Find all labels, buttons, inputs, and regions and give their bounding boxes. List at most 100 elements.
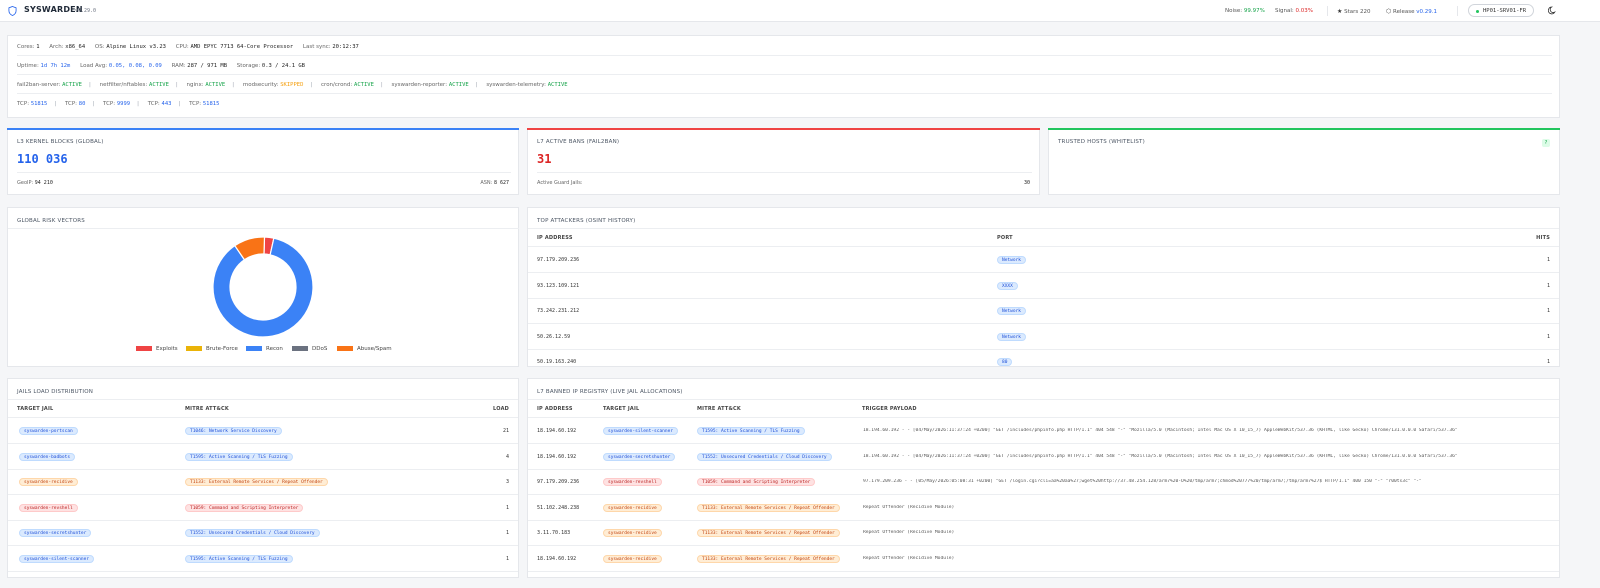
row-divider (8, 443, 518, 444)
col-ip: IP ADDRESS (537, 406, 573, 412)
server-status-dot (1476, 10, 1479, 13)
banned-ip[interactable]: 18.194.60.192 (537, 428, 576, 434)
server-selector[interactable]: HP01-SRV01-FR (1468, 4, 1534, 17)
col-mitre: MITRE ATT&CK (185, 406, 229, 412)
asn-value: 8 627 (493, 180, 509, 186)
mitre-badge: T1595: Active Scanning / TLS Fuzzing (185, 452, 293, 461)
ram-value: 287 / 971 MB (187, 63, 228, 69)
mitre-badge: T1133: External Remote Services / Repeat… (697, 529, 840, 538)
legend-item[interactable]: Abuse/Spam (337, 346, 392, 352)
header-divider (1327, 6, 1328, 16)
jail-load: 21 (502, 428, 509, 434)
service-status: ACTIVE (354, 82, 374, 88)
jail-badge[interactable]: syswarden-silent-scanner (19, 555, 95, 563)
divider (528, 399, 1559, 400)
load-label: Load Avg: (80, 63, 108, 69)
stars-link[interactable]: ★ Stars 220 (1337, 8, 1371, 15)
signal-metric: Signal: 0.03% (1275, 8, 1313, 14)
legend-item[interactable]: DDoS (292, 346, 327, 352)
kernel-blocks-value: 110 036 (17, 152, 68, 166)
legend-swatch (337, 346, 353, 351)
sync-value: 20:12:37 (332, 44, 359, 50)
mitre-badge: T1552: Unsecured Credentials / Cloud Dis… (185, 529, 320, 538)
service-status: ACTIVE (205, 82, 226, 88)
banned-ip[interactable]: 18.194.60.192 (537, 454, 576, 460)
jail-badge: syswarden-recidive (603, 503, 662, 512)
service-name: netfilter/nftables: (99, 82, 148, 88)
geoip-label: GeoIP: (17, 180, 34, 186)
port-item: TCP: 51815 (17, 101, 47, 107)
col-hits: HITS (1536, 235, 1550, 241)
jail-badge[interactable]: syswarden-recidive (19, 478, 78, 487)
card-title: L7 ACTIVE BANS (FAIL2BAN) (537, 139, 620, 145)
jail-badge: syswarden-revshell (603, 478, 662, 487)
jail-badge[interactable]: syswarden-secretshunter (19, 529, 92, 538)
port-item: TCP: 80 (65, 101, 85, 107)
legend-label: Brute-Force (206, 346, 238, 352)
attacker-ip[interactable]: 73.242.231.212 (537, 308, 579, 314)
divider (17, 55, 1552, 56)
card-accent (1048, 128, 1560, 130)
port-badge: XXXX (997, 281, 1018, 290)
col-payload: TRIGGER PAYLOAD (862, 406, 917, 412)
jail-load: 4 (505, 453, 509, 460)
attacker-ip[interactable]: 97.179.209.236 (537, 257, 579, 263)
divider (8, 417, 518, 418)
banned-ip[interactable]: 3.11.70.183 (537, 530, 570, 536)
service-status: ACTIVE (149, 82, 169, 88)
divider (528, 417, 1559, 418)
release-value: v0.29.1 (1416, 9, 1437, 15)
service-name: modsecurity: (242, 82, 279, 88)
mitre-badge: T1059: Command and Scripting Interpreter (185, 503, 304, 512)
mitre-badge: T1133: External Remote Services / Repeat… (697, 503, 840, 512)
moon-icon[interactable] (1548, 6, 1557, 15)
legend-item[interactable]: Exploits (136, 346, 178, 352)
trigger-payload: Repeat Offender (Recidive Module) (863, 504, 955, 510)
port-label: TCP: (17, 101, 30, 107)
attacker-hits: 1 (1546, 333, 1550, 340)
attacker-ip[interactable]: 93.123.109.121 (537, 283, 579, 289)
trigger-payload: 97.179.209.236 - - [05/May/2026:05:08:31… (863, 479, 1422, 485)
col-load: LOAD (493, 406, 509, 412)
service-name: fail2ban-server: (17, 82, 61, 88)
service-item: syswarden-telemetry: ACTIVE (486, 82, 567, 88)
legend-item[interactable]: Brute-Force (186, 346, 238, 352)
col-target-jail: TARGET JAIL (603, 406, 640, 412)
port-item: TCP: 9999 (103, 101, 130, 107)
mitre-badge: T1595: Active Scanning / TLS Fuzzing (185, 555, 293, 563)
jail-badge[interactable]: syswarden-badbots (19, 452, 76, 461)
arch-label: Arch: (49, 44, 64, 50)
divider (17, 93, 1552, 94)
os-label: OS: (94, 44, 105, 50)
port-label: TCP: (189, 101, 202, 107)
banned-ip[interactable]: 18.194.60.192 (537, 556, 576, 562)
asn-label: ASN: (480, 180, 493, 186)
noise-value: 99.97% (1243, 8, 1265, 14)
attacker-hits: 1 (1546, 257, 1550, 263)
jail-badge[interactable]: syswarden-revshell (19, 503, 78, 512)
release-link[interactable]: ⬡ Release v0.29.1 (1386, 8, 1437, 15)
jail-badge[interactable]: syswarden-portscan (19, 427, 78, 435)
attacker-ip[interactable]: 50.26.12.59 (537, 334, 570, 340)
cores-value: 1 (36, 44, 40, 50)
divider (528, 246, 1559, 247)
port-label: TCP: (64, 101, 78, 107)
banned-ip[interactable]: 51.102.248.238 (537, 505, 579, 511)
attacker-ip[interactable]: 50.19.163.240 (537, 359, 576, 365)
uptime-value: 1d 7h 12m (40, 63, 71, 69)
jail-badge: syswarden-secretshunter (603, 452, 676, 461)
top-bar: SYSWARDEN v0.29.0 Noise: 99.97% Signal: … (0, 0, 1600, 22)
col-ip: IP ADDRESS (537, 235, 573, 241)
risk-donut-chart (212, 236, 314, 338)
package-icon: ⬡ (1386, 8, 1392, 15)
legend-item[interactable]: Recon (246, 346, 283, 352)
jail-badge: syswarden-recidive (603, 555, 662, 563)
row-divider (528, 272, 1559, 273)
port-item: TCP: 51815 (189, 101, 219, 107)
card-title: L7 BANNED IP REGISTRY (LIVE JAIL ALLOCAT… (537, 389, 683, 395)
col-target-jail: TARGET JAIL (17, 406, 54, 412)
service-name: cron/crond: (321, 82, 353, 88)
help-badge[interactable]: ? (1542, 139, 1550, 147)
banned-ip[interactable]: 97.179.209.236 (537, 479, 579, 485)
services-row: fail2ban-server: ACTIVE | netfilter/nftab… (17, 82, 568, 88)
